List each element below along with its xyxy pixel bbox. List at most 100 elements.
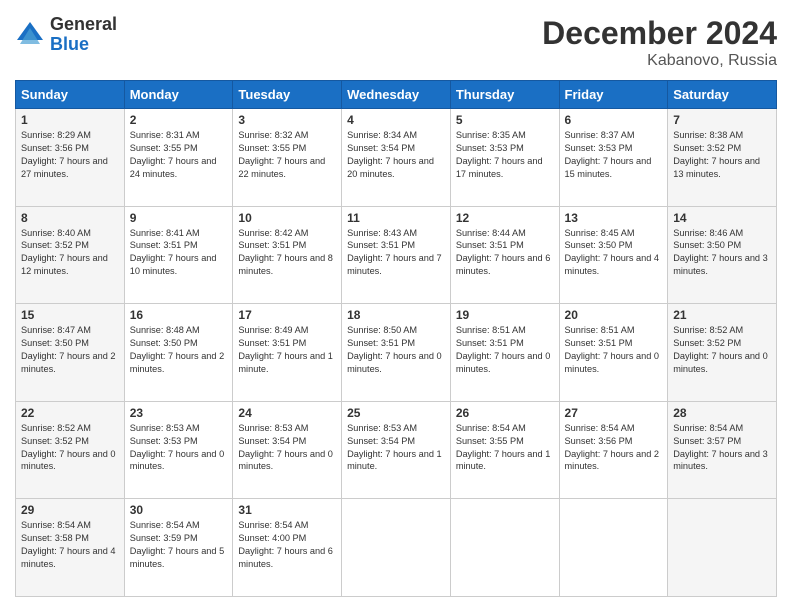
cell-text: Sunrise: 8:35 AMSunset: 3:53 PMDaylight:… [456,129,554,181]
table-row: 15Sunrise: 8:47 AMSunset: 3:50 PMDayligh… [16,304,125,402]
table-row [668,499,777,597]
day-number: 16 [130,308,228,322]
table-row: 7 Sunrise: 8:38 AMSunset: 3:52 PMDaylight… [668,109,777,207]
col-thursday: Thursday [450,81,559,109]
cell-text: Sunrise: 8:54 AMSunset: 3:58 PMDaylight:… [21,519,119,571]
cell-text: Sunrise: 8:38 AMSunset: 3:52 PMDaylight:… [673,129,771,181]
day-number: 2 [130,113,228,127]
day-number: 10 [238,211,336,225]
cell-text: Sunrise: 8:52 AMSunset: 3:52 PMDaylight:… [673,324,771,376]
calendar-week-row: 29 Sunrise: 8:54 AMSunset: 3:58 PMDayligh… [16,499,777,597]
table-row: 1Sunrise: 8:29 AMSunset: 3:56 PMDaylight… [16,109,125,207]
cell-text: Sunrise: 8:54 AMSunset: 3:56 PMDaylight:… [565,422,663,474]
day-number: 12 [456,211,554,225]
location: Kabanovo, Russia [542,52,777,70]
table-row: 14 Sunrise: 8:46 AMSunset: 3:50 PMDayligh… [668,206,777,304]
day-number: 8 [21,211,119,225]
table-row: 30Sunrise: 8:54 AMSunset: 3:59 PMDayligh… [124,499,233,597]
table-row: 26 Sunrise: 8:54 AMSunset: 3:55 PMDayligh… [450,401,559,499]
day-number: 11 [347,211,445,225]
calendar-header-row: Sunday Monday Tuesday Wednesday Thursday… [16,81,777,109]
col-sunday: Sunday [16,81,125,109]
table-row: 10 Sunrise: 8:42 AMSunset: 3:51 PMDayligh… [233,206,342,304]
day-number: 26 [456,406,554,420]
cell-text: Sunrise: 8:31 AMSunset: 3:55 PMDaylight:… [130,129,228,181]
logo-icon [15,20,45,50]
table-row [559,499,668,597]
calendar-week-row: 1Sunrise: 8:29 AMSunset: 3:56 PMDaylight… [16,109,777,207]
calendar-week-row: 22Sunrise: 8:52 AMSunset: 3:52 PMDayligh… [16,401,777,499]
cell-text: Sunrise: 8:32 AMSunset: 3:55 PMDaylight:… [238,129,336,181]
day-number: 25 [347,406,445,420]
cell-text: Sunrise: 8:41 AMSunset: 3:51 PMDaylight:… [130,227,228,279]
table-row: 8 Sunrise: 8:40 AMSunset: 3:52 PMDaylight… [16,206,125,304]
cell-text: Sunrise: 8:48 AMSunset: 3:50 PMDaylight:… [130,324,228,376]
cell-text: Sunrise: 8:45 AMSunset: 3:50 PMDaylight:… [565,227,663,279]
cell-text: Sunrise: 8:44 AMSunset: 3:51 PMDaylight:… [456,227,554,279]
table-row: 19 Sunrise: 8:51 AMSunset: 3:51 PMDayligh… [450,304,559,402]
cell-text: Sunrise: 8:34 AMSunset: 3:54 PMDaylight:… [347,129,445,181]
cell-text: Sunrise: 8:50 AMSunset: 3:51 PMDaylight:… [347,324,445,376]
col-wednesday: Wednesday [342,81,451,109]
day-number: 6 [565,113,663,127]
table-row [450,499,559,597]
table-row: 28 Sunrise: 8:54 AMSunset: 3:57 PMDayligh… [668,401,777,499]
day-number: 28 [673,406,771,420]
cell-text: Sunrise: 8:43 AMSunset: 3:51 PMDaylight:… [347,227,445,279]
table-row: 24 Sunrise: 8:53 AMSunset: 3:54 PMDayligh… [233,401,342,499]
day-number: 19 [456,308,554,322]
logo-text: General Blue [50,15,117,55]
day-number: 5 [456,113,554,127]
month-title: December 2024 [542,15,777,52]
day-number: 31 [238,503,336,517]
cell-text: Sunrise: 8:46 AMSunset: 3:50 PMDaylight:… [673,227,771,279]
calendar-table: Sunday Monday Tuesday Wednesday Thursday… [15,80,777,597]
col-friday: Friday [559,81,668,109]
header: General Blue December 2024 Kabanovo, Rus… [15,15,777,70]
cell-text: Sunrise: 8:40 AMSunset: 3:52 PMDaylight:… [21,227,119,279]
table-row: 5 Sunrise: 8:35 AMSunset: 3:53 PMDaylight… [450,109,559,207]
logo-blue: Blue [50,35,117,55]
cell-text: Sunrise: 8:54 AMSunset: 4:00 PMDaylight:… [238,519,336,571]
title-area: December 2024 Kabanovo, Russia [542,15,777,70]
table-row: 22Sunrise: 8:52 AMSunset: 3:52 PMDayligh… [16,401,125,499]
col-saturday: Saturday [668,81,777,109]
table-row: 29 Sunrise: 8:54 AMSunset: 3:58 PMDayligh… [16,499,125,597]
cell-text: Sunrise: 8:47 AMSunset: 3:50 PMDaylight:… [21,324,119,376]
table-row: 4 Sunrise: 8:34 AMSunset: 3:54 PMDaylight… [342,109,451,207]
calendar-week-row: 8 Sunrise: 8:40 AMSunset: 3:52 PMDaylight… [16,206,777,304]
table-row: 17 Sunrise: 8:49 AMSunset: 3:51 PMDayligh… [233,304,342,402]
table-row: 21 Sunrise: 8:52 AMSunset: 3:52 PMDayligh… [668,304,777,402]
cell-text: Sunrise: 8:42 AMSunset: 3:51 PMDaylight:… [238,227,336,279]
day-number: 4 [347,113,445,127]
day-number: 7 [673,113,771,127]
cell-text: Sunrise: 8:29 AMSunset: 3:56 PMDaylight:… [21,129,119,181]
cell-text: Sunrise: 8:53 AMSunset: 3:54 PMDaylight:… [238,422,336,474]
cell-text: Sunrise: 8:54 AMSunset: 3:57 PMDaylight:… [673,422,771,474]
table-row: 23Sunrise: 8:53 AMSunset: 3:53 PMDayligh… [124,401,233,499]
day-number: 20 [565,308,663,322]
day-number: 30 [130,503,228,517]
day-number: 17 [238,308,336,322]
cell-text: Sunrise: 8:51 AMSunset: 3:51 PMDaylight:… [565,324,663,376]
cell-text: Sunrise: 8:49 AMSunset: 3:51 PMDaylight:… [238,324,336,376]
logo-general: General [50,15,117,35]
day-number: 14 [673,211,771,225]
table-row: 31 Sunrise: 8:54 AMSunset: 4:00 PMDayligh… [233,499,342,597]
table-row: 9Sunrise: 8:41 AMSunset: 3:51 PMDaylight… [124,206,233,304]
cell-text: Sunrise: 8:53 AMSunset: 3:54 PMDaylight:… [347,422,445,474]
day-number: 24 [238,406,336,420]
table-row: 18 Sunrise: 8:50 AMSunset: 3:51 PMDayligh… [342,304,451,402]
day-number: 29 [21,503,119,517]
cell-text: Sunrise: 8:37 AMSunset: 3:53 PMDaylight:… [565,129,663,181]
day-number: 18 [347,308,445,322]
table-row [342,499,451,597]
day-number: 27 [565,406,663,420]
cell-text: Sunrise: 8:54 AMSunset: 3:55 PMDaylight:… [456,422,554,474]
cell-text: Sunrise: 8:53 AMSunset: 3:53 PMDaylight:… [130,422,228,474]
logo: General Blue [15,15,117,55]
table-row: 27 Sunrise: 8:54 AMSunset: 3:56 PMDayligh… [559,401,668,499]
table-row: 16 Sunrise: 8:48 AMSunset: 3:50 PMDayligh… [124,304,233,402]
day-number: 21 [673,308,771,322]
cell-text: Sunrise: 8:51 AMSunset: 3:51 PMDaylight:… [456,324,554,376]
